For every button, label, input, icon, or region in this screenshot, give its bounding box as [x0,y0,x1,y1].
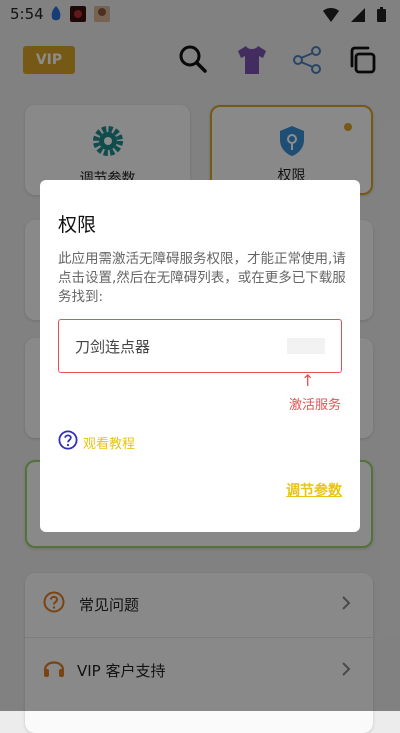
service-item[interactable]: 刀剑连点器 [58,319,342,373]
service-toggle[interactable] [287,338,325,354]
dialog-message: 此应用需激活无障碍服务权限，才能正常使用,请点击设置,然后在无障碍列表，或在更多… [58,251,346,305]
dialog-title: 权限 [58,214,97,236]
watch-tutorial-link[interactable]: 观看教程 [58,430,135,454]
arrow-up-icon: ↑ [301,371,315,390]
help-circle-icon [58,430,78,454]
permission-dialog: 权限 此应用需激活无障碍服务权限，才能正常使用,请点击设置,然后在无障碍列表，或… [40,180,360,532]
adjust-params-button[interactable]: 调节参数 [286,480,342,500]
activate-service-hint: 激活服务 [289,398,342,413]
tutorial-label: 观看教程 [83,436,136,452]
service-name: 刀剑连点器 [75,338,151,356]
